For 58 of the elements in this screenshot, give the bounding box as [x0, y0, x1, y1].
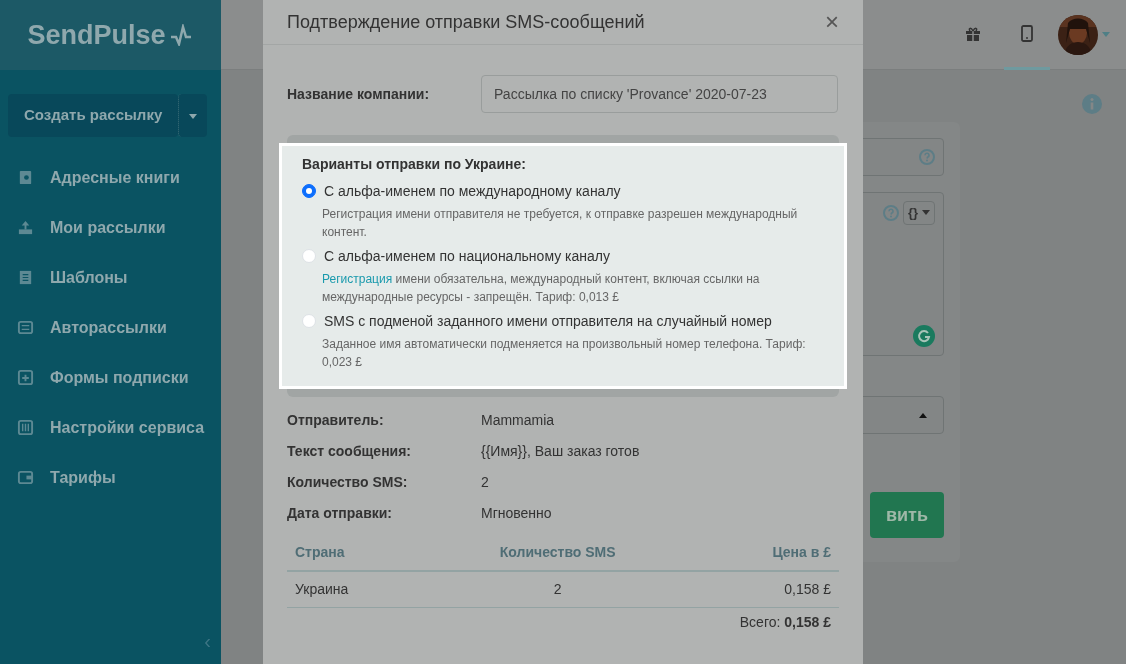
gift-icon — [965, 25, 981, 42]
total-text: Всего: 0,158 £ — [738, 613, 832, 632]
option-label[interactable]: SMS с подменой заданного имени отправителя на случайный номер — [324, 311, 772, 332]
field-value: {{Имя}}, Ваш заказ готов — [481, 442, 640, 461]
create-campaign-button[interactable]: Создать рассылку — [8, 94, 179, 137]
field-label: Название компании: — [287, 84, 431, 104]
dropdown-toggle-button[interactable] — [178, 94, 208, 137]
caret-icon — [189, 113, 198, 119]
registration-link[interactable]: Регистрация — [322, 272, 393, 286]
variables-button[interactable]: {} — [902, 201, 935, 225]
option-label[interactable]: С альфа-именем по национальному каналу — [324, 246, 610, 267]
field-label: Текст сообщения: — [287, 442, 413, 461]
phone-icon — [1021, 25, 1033, 43]
modal-title: Подтверждение отправки SMS-сообщений — [287, 10, 645, 34]
sidebar-item[interactable]: Мои рассылки — [0, 202, 221, 253]
logo-text: SendPulse — [27, 18, 166, 52]
sidebar-item[interactable]: Шаблоны — [0, 252, 221, 303]
table-cell: 2 — [425, 571, 690, 608]
sidebar-item[interactable]: Настройки сервиса — [0, 402, 221, 453]
field-label: Дата отправки: — [287, 504, 394, 523]
auto-icon — [17, 319, 34, 336]
field-label: Количество SMS: — [287, 473, 409, 492]
table-cell: 0,158 £ — [689, 571, 839, 608]
option-description: Заданное имя автоматически подменяется на произвольный номер телефона. Тариф: 0,023 £ — [321, 336, 807, 371]
form-icon — [17, 369, 34, 386]
wallet-icon — [17, 469, 34, 486]
help-icon[interactable] — [919, 149, 935, 165]
pulse-icon — [169, 24, 194, 46]
upload-icon — [17, 219, 34, 236]
book-icon — [17, 169, 34, 186]
refresh-icon[interactable] — [913, 325, 935, 347]
sidebar-item[interactable]: Авторассылки — [0, 302, 221, 353]
submit-button[interactable]: вить — [870, 492, 944, 538]
table-cell: Украина — [287, 571, 426, 608]
template-icon — [17, 269, 34, 286]
field-value: Mammamia — [481, 411, 555, 430]
column-header: Цена в £ — [689, 535, 839, 571]
sidebar-item[interactable]: Формы подписки — [0, 352, 221, 403]
sidebar-item[interactable]: Адресные книги — [0, 152, 221, 203]
field-value: Мгновенно — [481, 504, 552, 523]
settings-icon — [17, 419, 34, 436]
company-name-field[interactable]: Рассылка по списку 'Provance' 2020-07-23 — [481, 75, 838, 113]
field-label: Отправитель: — [287, 411, 385, 430]
close-button[interactable]: × — [825, 10, 839, 34]
option-description: Регистрация имени отправителя не требуется, к отправке разрешен международный контент. — [321, 206, 799, 241]
caret-icon — [922, 210, 930, 216]
sidebar-item[interactable]: Тарифы — [0, 452, 221, 503]
field-value: 2 — [481, 473, 489, 492]
radio-button[interactable] — [302, 184, 316, 198]
option-description: Регистрация имени обязательна, международный контент, включая ссылки на международные ресурсы - запрещён. Тариф: 0,013 £ — [321, 271, 761, 306]
help-icon[interactable] — [882, 204, 899, 221]
caret-icon — [919, 412, 927, 418]
section-title: Варианты отправки по Украине: — [302, 155, 527, 174]
column-header: Страна — [287, 535, 426, 571]
caret-icon — [1102, 32, 1110, 37]
column-header: Количество SMS — [425, 535, 690, 571]
info-icon[interactable] — [1082, 94, 1102, 114]
option-label[interactable]: С альфа-именем по международному каналу — [324, 181, 621, 202]
